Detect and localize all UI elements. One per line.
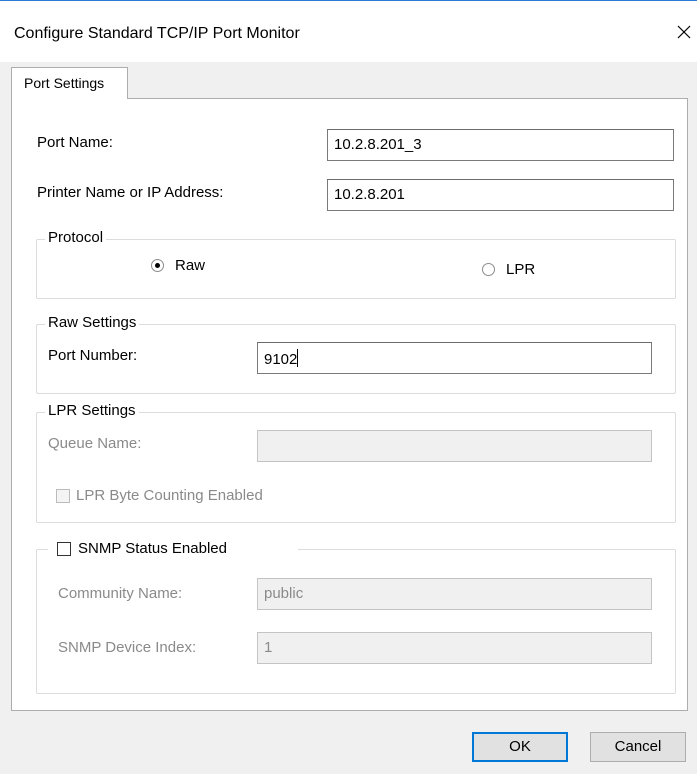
community-name-label: Community Name: [58,585,183,602]
printer-address-input[interactable]: 10.2.8.201 [327,179,674,211]
device-index-label: SNMP Device Index: [58,639,197,656]
cancel-button[interactable]: Cancel [590,732,686,762]
printer-address-label: Printer Name or IP Address: [37,184,224,201]
queue-name-input[interactable] [257,430,652,462]
port-settings-panel: Port Name: 10.2.8.201_3 Printer Name or … [11,98,688,711]
title-bar: Configure Standard TCP/IP Port Monitor [0,0,697,62]
port-number-label: Port Number: [48,347,138,364]
port-name-input[interactable]: 10.2.8.201_3 [327,129,674,161]
port-number-input[interactable]: 9102 [257,342,652,374]
protocol-group [36,239,676,299]
text-caret [297,349,299,367]
snmp-enabled-label: SNMP Status Enabled [78,540,227,557]
lpr-byte-counting-checkbox[interactable] [56,489,70,503]
port-name-label: Port Name: [37,134,113,151]
lpr-settings-legend: LPR Settings [45,402,139,419]
queue-name-label: Queue Name: [48,435,142,452]
dialog-footer: OK Cancel [0,711,697,774]
lpr-radio[interactable] [482,263,495,276]
protocol-legend: Protocol [45,229,107,246]
raw-settings-legend: Raw Settings [45,314,140,331]
device-index-input[interactable]: 1 [257,632,652,664]
raw-radio[interactable] [151,259,164,272]
tab-label: Port Settings [24,75,105,91]
lpr-radio-label: LPR [506,261,536,278]
community-name-input[interactable]: public [257,578,652,610]
close-button[interactable] [671,15,697,49]
lpr-byte-counting-label: LPR Byte Counting Enabled [76,487,263,504]
port-number-value: 9102 [264,351,298,368]
snmp-enabled-checkbox[interactable] [57,542,71,556]
lpr-settings-group [36,412,676,523]
tab-port-settings[interactable]: Port Settings [11,67,128,99]
close-icon [677,25,691,39]
raw-radio-label: Raw [175,257,206,274]
snmp-group [36,549,676,694]
window-title: Configure Standard TCP/IP Port Monitor [14,25,300,42]
ok-button[interactable]: OK [472,732,568,762]
